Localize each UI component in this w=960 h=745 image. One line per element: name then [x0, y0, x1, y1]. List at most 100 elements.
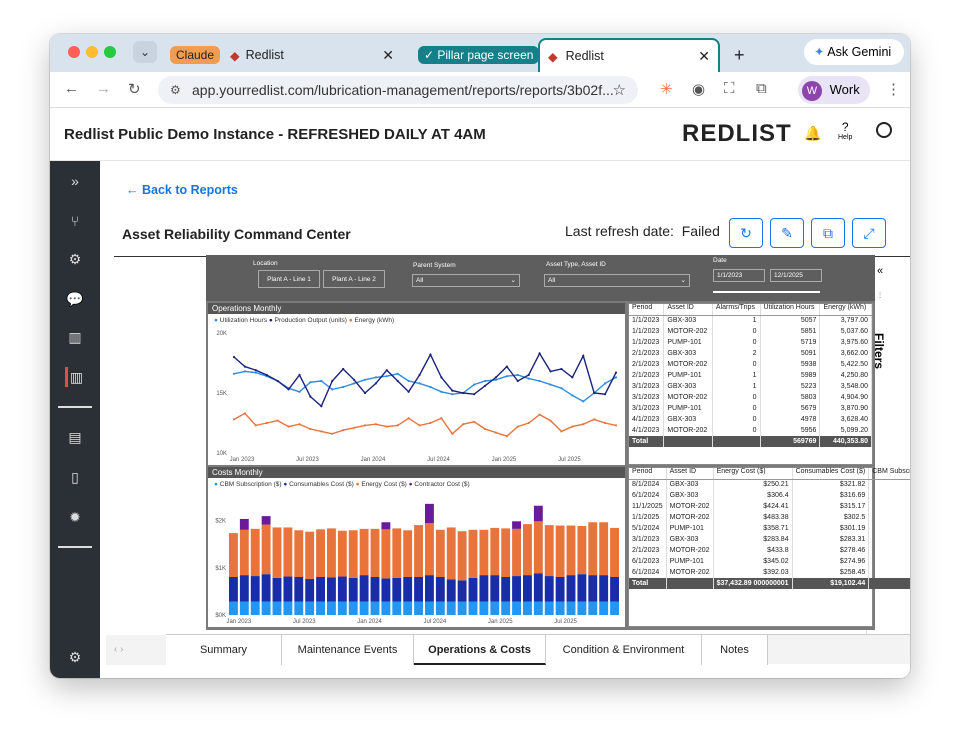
reports-icon[interactable]: ▥: [65, 327, 85, 347]
data-point: [265, 373, 268, 377]
costs-table: Period Asset ID Energy Cost ($) Consumables…: [628, 467, 910, 627]
tab-maintenance-events[interactable]: Maintenance Events: [282, 635, 414, 665]
column-header[interactable]: CBM Subscription ($): [868, 468, 910, 480]
column-header[interactable]: Period: [629, 304, 665, 316]
copy-icon[interactable]: ⧉: [811, 218, 845, 248]
expand-sidebar-icon[interactable]: »: [65, 171, 85, 191]
parent-system-select[interactable]: All ⌄: [412, 274, 520, 287]
bar-segment-1: [239, 575, 249, 602]
assets-icon[interactable]: ⚙: [65, 249, 85, 269]
tab-notes[interactable]: Notes: [702, 635, 768, 665]
tab-redlist-active[interactable]: ◆ Redlist ✕: [538, 38, 720, 72]
screenshot-icon[interactable]: ⛶: [724, 80, 735, 97]
date-from-input[interactable]: 1/1/2023: [713, 269, 765, 282]
data-point: [516, 379, 519, 383]
table-row: 5/1/2024PUMP-101$358.71$301.19$95: [629, 523, 910, 534]
site-info-icon[interactable]: ⚙: [170, 83, 181, 97]
bar-segment-1: [577, 574, 587, 602]
sidebar-divider: [58, 406, 92, 408]
tab-operations-costs[interactable]: Operations & Costs: [414, 635, 546, 665]
date-to-input[interactable]: 12/1/2025: [770, 269, 822, 282]
location-option-line1[interactable]: Plant A - Line 1: [258, 270, 320, 288]
y-tick-label: 20K: [216, 331, 227, 337]
data-point: [440, 390, 443, 393]
column-header[interactable]: Alarms/Trips: [712, 304, 761, 316]
bar-segment-1: [294, 577, 304, 602]
camera-icon[interactable]: ◉: [692, 80, 705, 98]
data-point: [614, 424, 618, 427]
bar-segment-0: [348, 601, 358, 615]
page-nav-arrows-icon[interactable]: ‹ ›: [106, 635, 166, 665]
refresh-icon[interactable]: ↻: [729, 218, 763, 248]
column-header[interactable]: Energy Cost ($): [713, 468, 793, 480]
back-label: Back to Reports: [141, 183, 238, 197]
bell-icon[interactable]: 🔔: [804, 125, 821, 142]
data-point: [538, 379, 541, 383]
bar-segment-2: [599, 522, 609, 576]
data-point: [243, 412, 247, 415]
profile-button[interactable]: W Work: [798, 76, 870, 104]
x-tick-label: Jul 2023: [293, 619, 316, 625]
maximize-window-icon[interactable]: [104, 46, 116, 58]
close-window-icon[interactable]: [68, 46, 80, 58]
table-cell: 1/1/2023: [629, 337, 665, 348]
table-cell: 2/1/2023: [629, 348, 665, 359]
close-tab-icon[interactable]: ✕: [382, 47, 394, 64]
user-account-icon[interactable]: [876, 122, 892, 138]
reload-icon[interactable]: ↻: [128, 80, 141, 98]
table-cell: 3,975.60: [819, 337, 872, 348]
column-header[interactable]: Period: [629, 468, 667, 480]
tab-group-label[interactable]: Claude: [170, 46, 221, 64]
bar-segment-2: [403, 530, 413, 578]
collapse-filters-icon[interactable]: «: [877, 265, 883, 277]
table-cell: GBX-303: [663, 315, 713, 326]
date-slider[interactable]: [713, 291, 820, 293]
tab-summary[interactable]: Summary: [166, 635, 282, 665]
analytics-icon[interactable]: ▥: [65, 367, 85, 387]
archive-icon[interactable]: ▤: [65, 427, 85, 447]
branch-icon[interactable]: ⑂: [65, 211, 85, 231]
table-cell: GBX-303: [663, 381, 713, 392]
browser-menu-icon[interactable]: ⋮: [886, 80, 901, 98]
asset-select[interactable]: All ⌄: [544, 274, 690, 287]
browser-window: ⌄ Claude ◆ Redlist ✕ ✓ Pillar page scree…: [50, 34, 910, 678]
column-header[interactable]: Asset ID: [663, 304, 713, 316]
ask-gemini-button[interactable]: ✦ Ask Gemini: [804, 39, 904, 65]
tab-search-icon[interactable]: ⌄: [133, 41, 157, 63]
x-tick-label: Jul 2024: [427, 457, 450, 463]
new-tab-icon[interactable]: +: [726, 38, 753, 72]
settings-gear-icon[interactable]: ✹: [65, 507, 85, 527]
chat-icon[interactable]: 💬: [65, 289, 85, 309]
bar-segment-3: [239, 518, 249, 530]
document-icon[interactable]: ▯: [65, 467, 85, 487]
tab-pillar-page[interactable]: ✓ Pillar page screen: [410, 38, 540, 72]
back-arrow-icon[interactable]: ←: [64, 80, 79, 97]
column-header[interactable]: Asset ID: [666, 468, 714, 480]
location-option-line2[interactable]: Plant A - Line 2: [323, 270, 385, 288]
data-point: [483, 384, 487, 387]
column-header[interactable]: Energy (kWh): [819, 304, 872, 316]
table-cell: 4,904.90: [819, 392, 872, 403]
edit-pencil-icon[interactable]: ✎: [770, 218, 804, 248]
data-point: [538, 413, 541, 416]
claude-extension-icon[interactable]: ✳: [660, 80, 673, 98]
column-header[interactable]: Utilization Hours: [760, 304, 821, 316]
filter-icon[interactable]: ⫶: [879, 291, 881, 301]
bookmark-star-icon[interactable]: ☆: [613, 81, 626, 99]
series-line-2: [233, 412, 617, 437]
close-tab-icon[interactable]: ✕: [698, 48, 710, 65]
table-cell: $274.96: [792, 556, 870, 567]
tab-redlist-1[interactable]: Claude ◆ Redlist ✕: [162, 38, 402, 72]
tab-condition-environment[interactable]: Condition & Environment: [546, 635, 702, 665]
address-bar[interactable]: ⚙ app.yourredlist.com/lubrication-manage…: [158, 76, 638, 104]
tab-group-label[interactable]: ✓ Pillar page screen: [418, 46, 540, 64]
gear-icon[interactable]: ⚙: [65, 647, 85, 667]
fullscreen-icon[interactable]: ⤢: [852, 218, 886, 248]
forward-arrow-icon[interactable]: →: [96, 80, 111, 97]
minimize-window-icon[interactable]: [86, 46, 98, 58]
extensions-icon[interactable]: ⧉: [756, 80, 767, 97]
bar-segment-2: [337, 530, 347, 577]
help-button[interactable]: ? Help: [838, 120, 852, 141]
column-header[interactable]: Consumables Cost ($): [792, 468, 870, 480]
back-to-reports-link[interactable]: ← Back to Reports: [126, 183, 238, 197]
